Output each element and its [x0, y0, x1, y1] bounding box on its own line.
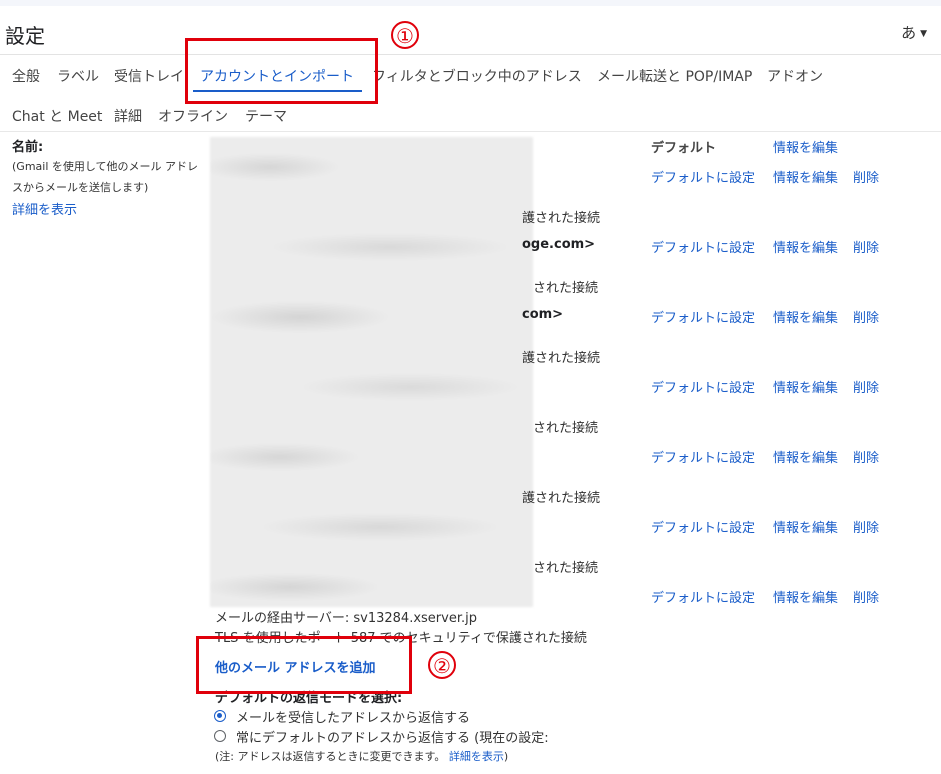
reply-note-link[interactable]: 詳細を表示	[449, 750, 504, 763]
edit-info-link[interactable]: 情報を編集	[773, 447, 838, 466]
tab-offline[interactable]: オフライン	[158, 106, 228, 126]
reply-note: (注: アドレスは返信するときに変更できます。 詳細を表示)	[215, 748, 508, 764]
tls-text-4: された接続	[533, 421, 599, 436]
delete-link[interactable]: 削除	[853, 307, 879, 326]
details-link[interactable]: 詳細を表示	[12, 199, 77, 218]
edit-info-link[interactable]: 情報を編集	[773, 517, 838, 536]
tab-general[interactable]: 全般	[12, 66, 40, 86]
tls-text-1: 護された接続	[522, 211, 601, 226]
annotation-number-1: ①	[391, 21, 419, 49]
input-tools-button[interactable]: あ ▼	[901, 22, 927, 43]
tab-advanced[interactable]: 詳細	[114, 106, 142, 126]
tls-text-3: 護された接続	[522, 351, 601, 366]
tab-themes[interactable]: テーマ	[245, 106, 287, 126]
section-desc-line2: スからメールを送信します)	[12, 181, 149, 194]
delete-link[interactable]: 削除	[853, 377, 879, 396]
annotation-box-2	[196, 636, 412, 694]
tls-text-5: 護された接続	[522, 491, 601, 506]
tls-text-6: された接続	[533, 561, 599, 576]
reply-from-received-radio[interactable]	[214, 710, 226, 722]
reply-note-close: )	[503, 750, 509, 763]
tab-labels[interactable]: ラベル	[57, 66, 99, 86]
address-text-2: com>	[522, 307, 564, 322]
edit-info-link[interactable]: 情報を編集	[773, 587, 838, 606]
tabs-divider	[0, 131, 941, 132]
set-default-link[interactable]: デフォルトに設定	[651, 167, 755, 186]
set-default-link[interactable]: デフォルトに設定	[651, 447, 755, 466]
delete-link[interactable]: 削除	[853, 587, 879, 606]
chevron-down-icon: ▼	[920, 28, 927, 39]
tab-inbox[interactable]: 受信トレイ	[114, 66, 184, 86]
reply-from-default-label: 常にデフォルトのアドレスから返信する (現在の設定:	[236, 731, 549, 746]
set-default-link[interactable]: デフォルトに設定	[651, 237, 755, 256]
annotation-box-1	[185, 38, 378, 104]
section-desc-line1: (Gmail を使用して他のメール アドレ	[12, 160, 199, 173]
edit-info-link[interactable]: 情報を編集	[773, 137, 838, 156]
delete-link[interactable]: 削除	[853, 167, 879, 186]
reply-from-default-radio[interactable]	[214, 730, 226, 742]
set-default-link[interactable]: デフォルトに設定	[651, 307, 755, 326]
server-info: メールの経由サーバー: sv13284.xserver.jp	[215, 611, 477, 626]
address-text-1: oge.com>	[522, 237, 596, 252]
delete-link[interactable]: 削除	[853, 447, 879, 466]
settings-header: 設定 あ ▼	[0, 6, 941, 55]
reply-note-text: (注: アドレスは返信するときに変更できます。	[215, 750, 446, 763]
set-default-link[interactable]: デフォルトに設定	[651, 377, 755, 396]
tab-filters[interactable]: フィルタとブロック中のアドレス	[372, 66, 582, 86]
set-default-link[interactable]: デフォルトに設定	[651, 517, 755, 536]
default-label: デフォルト	[651, 141, 717, 156]
edit-info-link[interactable]: 情報を編集	[773, 167, 838, 186]
tls-text-2: された接続	[533, 281, 599, 296]
input-tools-label: あ	[901, 24, 917, 42]
edit-info-link[interactable]: 情報を編集	[773, 307, 838, 326]
delete-link[interactable]: 削除	[853, 237, 879, 256]
tab-chat-meet[interactable]: Chat と Meet	[12, 106, 102, 126]
page-title: 設定	[5, 24, 45, 48]
set-default-link[interactable]: デフォルトに設定	[651, 587, 755, 606]
tab-forwarding[interactable]: メール転送と POP/IMAP	[597, 66, 752, 86]
blurred-accounts-list	[210, 137, 533, 607]
reply-from-received-label: メールを受信したアドレスから返信する	[236, 711, 471, 726]
annotation-number-2: ②	[428, 651, 456, 679]
delete-link[interactable]: 削除	[853, 517, 879, 536]
edit-info-link[interactable]: 情報を編集	[773, 237, 838, 256]
edit-info-link[interactable]: 情報を編集	[773, 377, 838, 396]
tab-addons[interactable]: アドオン	[767, 66, 823, 86]
section-label: 名前:	[12, 140, 44, 155]
